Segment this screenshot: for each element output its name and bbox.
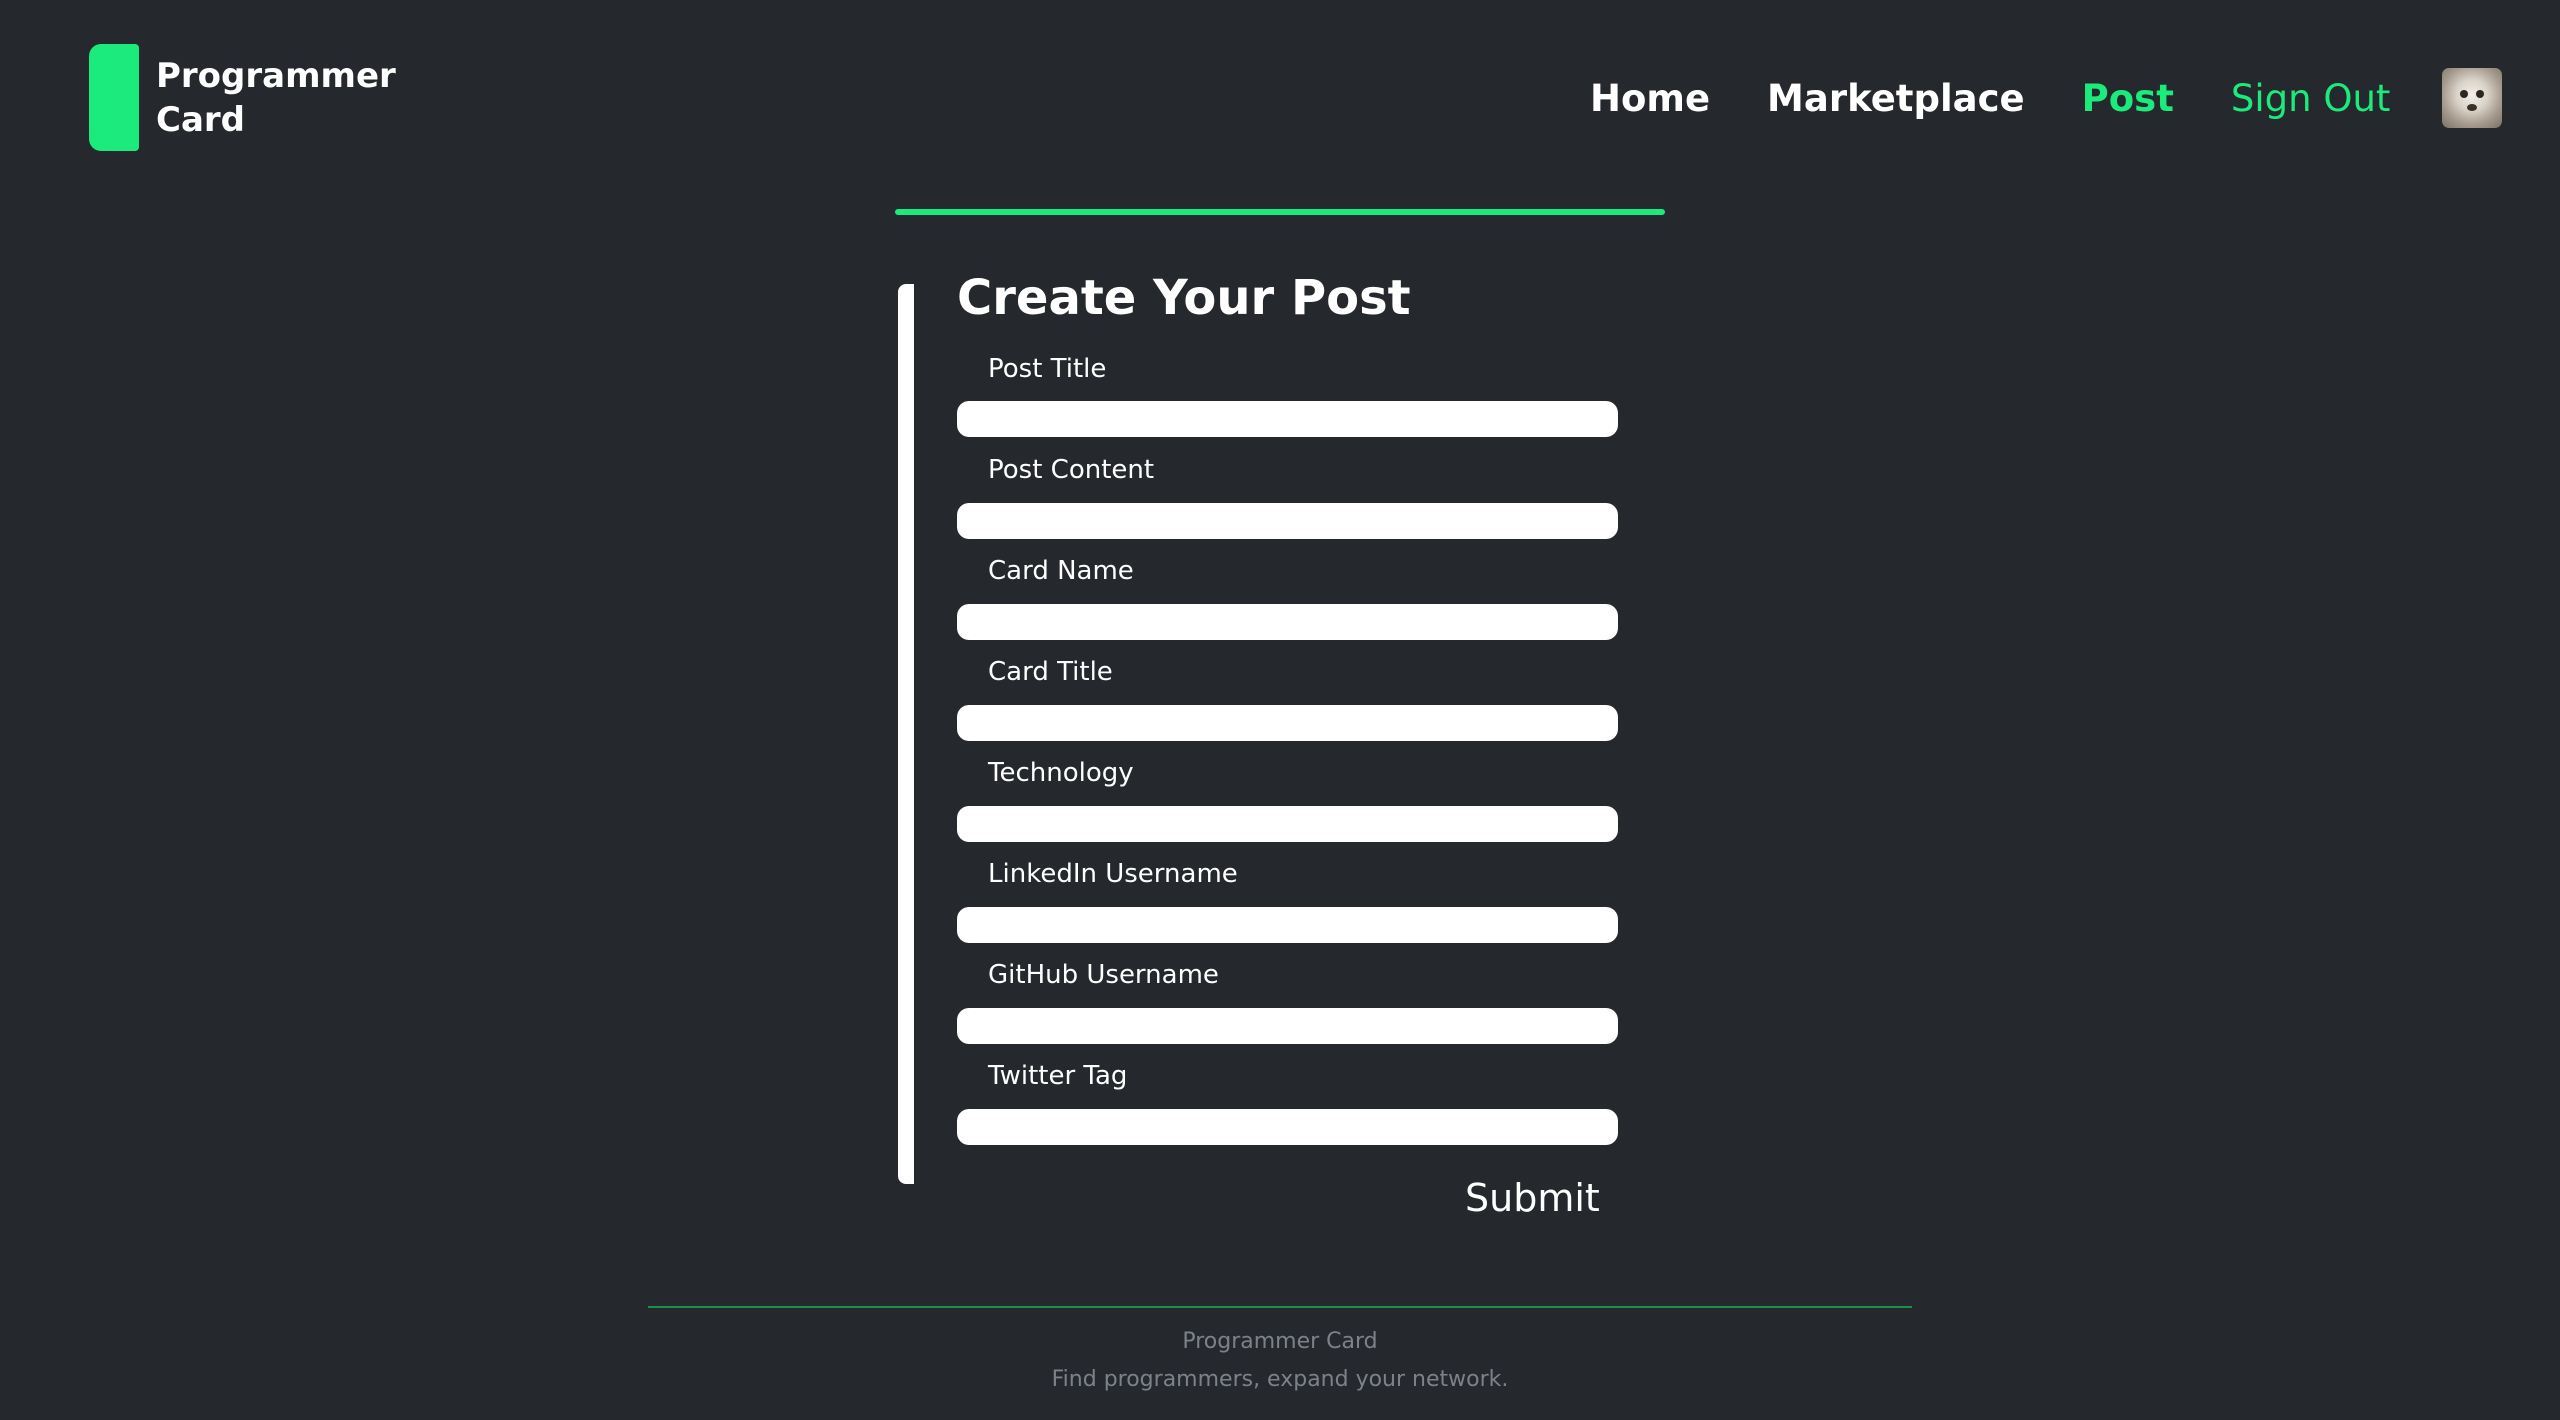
label-github-username: GitHub Username bbox=[988, 960, 1219, 990]
main-nav: Home Marketplace Post Sign Out bbox=[1590, 68, 2503, 128]
form-side-bar bbox=[898, 284, 914, 1184]
label-technology: Technology bbox=[988, 758, 1134, 788]
label-linkedin-username: LinkedIn Username bbox=[988, 859, 1238, 889]
label-twitter-tag: Twitter Tag bbox=[988, 1061, 1128, 1091]
label-post-content: Post Content bbox=[988, 455, 1155, 485]
logo-line-2: Card bbox=[156, 99, 246, 140]
nav-marketplace[interactable]: Marketplace bbox=[1767, 77, 2025, 120]
page: Programmer Card Home Marketplace Post Si… bbox=[0, 0, 2560, 1420]
form-title: Create Your Post bbox=[957, 270, 1411, 326]
logo-mark bbox=[89, 44, 139, 151]
technology-input[interactable] bbox=[957, 806, 1618, 842]
avatar-nose bbox=[2467, 104, 2478, 111]
post-title-input[interactable] bbox=[957, 401, 1618, 437]
card-title-input[interactable] bbox=[957, 705, 1618, 741]
post-content-input[interactable] bbox=[957, 503, 1618, 539]
logo-text: Programmer Card bbox=[156, 54, 416, 142]
footer-brand-name: Programmer Card bbox=[1182, 1329, 1378, 1354]
label-post-title: Post Title bbox=[988, 354, 1107, 384]
user-avatar-icon[interactable] bbox=[2442, 68, 2503, 128]
avatar-eye-right bbox=[2476, 90, 2485, 98]
twitter-tag-input[interactable] bbox=[957, 1109, 1618, 1145]
form-top-accent-line bbox=[895, 209, 1665, 215]
nav-post[interactable]: Post bbox=[2082, 77, 2174, 120]
logo-line-1: Programmer bbox=[156, 55, 396, 96]
linkedin-username-input[interactable] bbox=[957, 907, 1618, 943]
footer-divider bbox=[648, 1306, 1912, 1308]
submit-button[interactable]: Submit bbox=[1465, 1176, 1600, 1220]
label-card-title: Card Title bbox=[988, 657, 1113, 687]
avatar-eye-left bbox=[2460, 90, 2469, 98]
label-card-name: Card Name bbox=[988, 556, 1134, 586]
footer-tagline: Find programmers, expand your network. bbox=[1051, 1367, 1509, 1392]
brand-logo[interactable]: Programmer Card bbox=[89, 44, 416, 151]
nav-sign-out[interactable]: Sign Out bbox=[2231, 77, 2391, 120]
github-username-input[interactable] bbox=[957, 1008, 1618, 1044]
card-name-input[interactable] bbox=[957, 604, 1618, 640]
nav-home[interactable]: Home bbox=[1590, 77, 1710, 120]
